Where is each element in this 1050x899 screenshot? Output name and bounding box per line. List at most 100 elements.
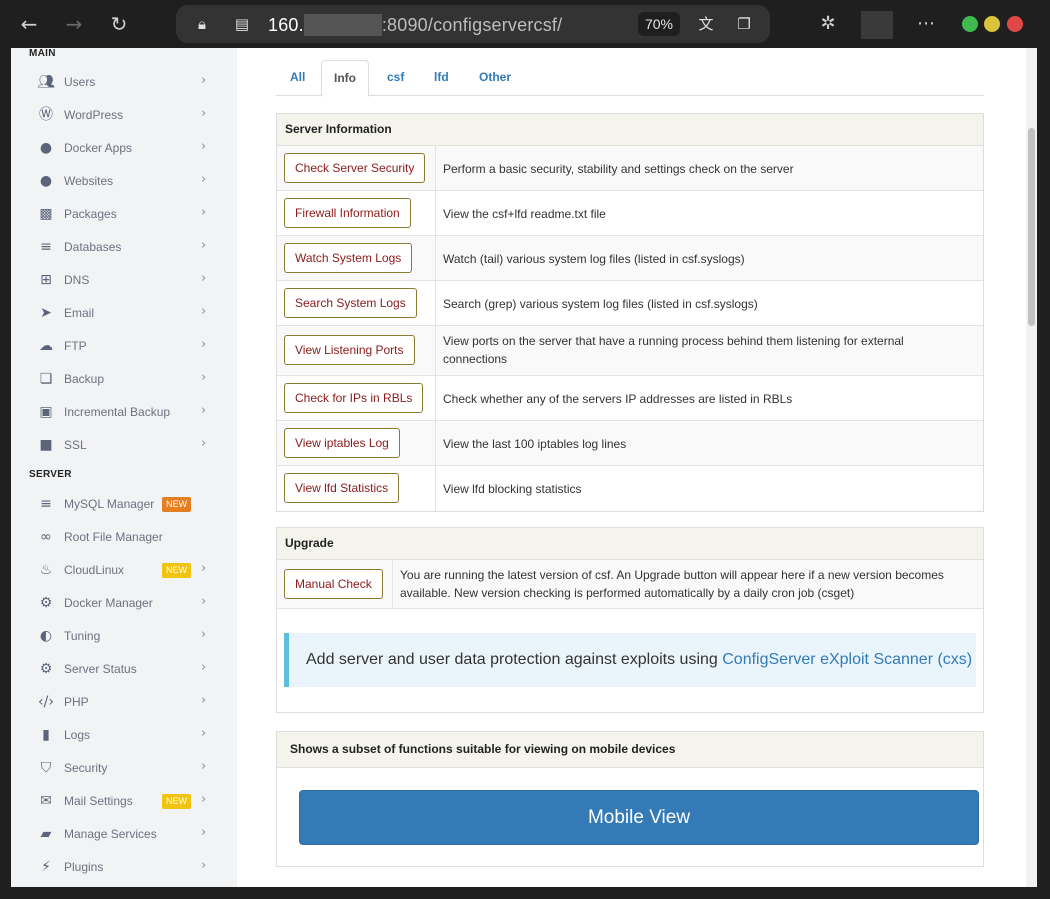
back-arrow-icon[interactable]: ← — [15, 10, 43, 38]
url-path: :8090/configservercsf/ — [381, 15, 563, 35]
check-server-security-button[interactable]: Check Server Security — [284, 153, 426, 183]
sidebar-item-label: Plugins — [64, 860, 104, 874]
maximize-button[interactable] — [984, 16, 1000, 32]
manual-check-button[interactable]: Manual Check — [284, 569, 383, 599]
sidebar-item-php[interactable]: ‹/› PHP › — [11, 686, 237, 719]
tab-all[interactable]: All — [278, 60, 317, 96]
row-description: Perform a basic security, stability and … — [443, 162, 794, 176]
site-info-icon[interactable]: ▤ — [232, 14, 252, 34]
sidebar-item-server-status[interactable]: ⚙ Server Status › — [11, 653, 237, 686]
sidebar: MAIN 👥︎ Users › Ⓦ WordPress › ● Docker A… — [11, 48, 237, 887]
chevron-right-icon: › — [201, 337, 207, 352]
page-scrollbar[interactable] — [1026, 48, 1037, 887]
table-row: Check Server Security Perform a basic se… — [277, 146, 983, 191]
chevron-right-icon: › — [201, 436, 207, 451]
button-cell: View lfd Statistics — [277, 466, 436, 511]
wordpress-icon: Ⓦ — [39, 107, 53, 123]
sidebar-item-tuning[interactable]: ◐ Tuning › — [11, 620, 237, 653]
reading-list-icon[interactable]: ❐ — [734, 14, 754, 34]
tab-other[interactable]: Other — [467, 60, 523, 96]
more-menu-icon[interactable]: ⋯ — [912, 10, 940, 38]
extensions-icon[interactable]: ✲ — [816, 12, 840, 36]
sidebar-item-logs[interactable]: ▮ Logs › — [11, 719, 237, 752]
view-listening-ports-button[interactable]: View Listening Ports — [284, 335, 415, 365]
view-lfd-statistics-button[interactable]: View lfd Statistics — [284, 473, 400, 503]
sidebar-item-databases[interactable]: ≡ Databases › — [11, 231, 237, 264]
sidebar-item-plugins[interactable]: ⚡︎ Plugins › — [11, 851, 237, 884]
sidebar-section-main: MAIN — [29, 48, 56, 59]
sidebar-item-label: Mail Settings — [64, 794, 133, 808]
sidebar-item-manage-services[interactable]: ▰ Manage Services › — [11, 818, 237, 851]
button-cell: Search System Logs — [277, 281, 436, 325]
sidebar-item-docker-apps[interactable]: ● Docker Apps › — [11, 132, 237, 165]
chevron-right-icon: › — [201, 73, 207, 88]
sidebar-item-root-file-manager[interactable]: ∞ Root File Manager — [11, 521, 237, 554]
chevron-right-icon: › — [201, 627, 207, 642]
sidebar-item-mysql-manager[interactable]: ≡ MySQL Manager NEW — [11, 488, 237, 521]
sidebar-item-users[interactable]: 👥︎ Users › — [11, 66, 237, 99]
sidebar-item-ssl[interactable]: ■ SSL › — [11, 429, 237, 462]
sidebar-item-label: WordPress — [64, 108, 124, 122]
chevron-right-icon: › — [201, 792, 207, 807]
sidebar-item-label: Logs — [64, 728, 91, 742]
chevron-right-icon: › — [201, 858, 207, 873]
table-row: Manual Check You are running the latest … — [277, 560, 983, 609]
sidebar-item-ftp[interactable]: ☁ FTP › — [11, 330, 237, 363]
mobile-view-button[interactable]: Mobile View — [299, 790, 979, 845]
cxs-link[interactable]: ConfigServer eXploit Scanner (cxs) — [722, 651, 972, 668]
table-row: View iptables Log View the last 100 ipta… — [277, 421, 983, 466]
sidebar-item-label: Root File Manager — [64, 530, 163, 544]
sidebar-item-label: Users — [64, 75, 96, 89]
sidebar-item-wordpress[interactable]: Ⓦ WordPress › — [11, 99, 237, 132]
url-redacted — [303, 14, 382, 36]
lock-icon[interactable]: 🔒︎ — [192, 14, 212, 34]
reload-icon[interactable]: ↻ — [105, 10, 133, 38]
sidebar-item-incremental-backup[interactable]: ▣ Incremental Backup › — [11, 396, 237, 429]
close-window-button[interactable] — [1007, 16, 1023, 32]
table-row: Search System Logs Search (grep) various… — [277, 281, 983, 326]
check-ips-in-rbls-button[interactable]: Check for IPs in RBLs — [284, 383, 424, 413]
row-description: View ports on the server that have a run… — [443, 334, 904, 366]
sidebar-item-mail-settings[interactable]: ✉ Mail Settings NEW › — [11, 785, 237, 818]
new-badge: NEW — [162, 563, 191, 578]
view-iptables-log-button[interactable]: View iptables Log — [284, 428, 400, 458]
server-information-panel: Server Information Check Server Security… — [276, 113, 984, 512]
sidebar-item-websites[interactable]: ● Websites › — [11, 165, 237, 198]
sidebar-item-email[interactable]: ➤ Email › — [11, 297, 237, 330]
gear-icon: ⚙ — [39, 661, 53, 677]
sidebar-item-label: Email — [64, 306, 95, 320]
adjust-icon: ◐ — [39, 628, 53, 644]
button-cell: Watch System Logs — [277, 236, 436, 280]
sidebar-item-label: Tuning — [64, 629, 101, 643]
tab-info[interactable]: Info — [321, 60, 369, 97]
minimize-button[interactable] — [962, 16, 978, 32]
chevron-right-icon: › — [201, 403, 207, 418]
firewall-information-button[interactable]: Firewall Information — [284, 198, 411, 228]
sidebar-item-packages[interactable]: ▩ Packages › — [11, 198, 237, 231]
sidebar-item-security[interactable]: ⛉ Security › — [11, 752, 237, 785]
users-icon: 👥︎ — [37, 74, 55, 90]
search-system-logs-button[interactable]: Search System Logs — [284, 288, 417, 318]
url-text[interactable]: 160.:8090/configservercsf/ — [268, 14, 562, 36]
button-cell: Firewall Information — [277, 191, 436, 235]
paper-plane-icon: ➤ — [40, 305, 52, 321]
translate-icon[interactable]: 文 — [696, 14, 716, 34]
row-description: View lfd blocking statistics — [443, 482, 582, 496]
tab-lfd[interactable]: lfd — [422, 60, 461, 96]
table-row: Watch System Logs Watch (tail) various s… — [277, 236, 983, 281]
sidebar-item-cloudlinux[interactable]: ♨ CloudLinux NEW › — [11, 554, 237, 587]
sidebar-item-docker-manager[interactable]: ⚙ Docker Manager › — [11, 587, 237, 620]
sidebar-item-label: MySQL Manager — [64, 497, 155, 511]
sidebar-item-backup[interactable]: ❏ Backup › — [11, 363, 237, 396]
zoom-indicator[interactable]: 70% — [638, 12, 680, 36]
forward-arrow-icon[interactable]: → — [60, 10, 88, 38]
sidebar-item-label: CloudLinux — [64, 563, 125, 577]
sidebar-item-dns[interactable]: ⊞ DNS › — [11, 264, 237, 297]
watch-system-logs-button[interactable]: Watch System Logs — [284, 243, 413, 273]
code-icon: ‹/› — [38, 694, 54, 710]
profile-avatar[interactable] — [861, 11, 893, 39]
address-bar[interactable]: 🔒︎ ▤ 160.:8090/configservercsf/ 70% 文 ❐ — [176, 5, 770, 43]
scrollbar-thumb[interactable] — [1028, 128, 1035, 326]
tab-csf[interactable]: csf — [375, 60, 416, 96]
envelope-icon: ✉ — [40, 793, 52, 809]
